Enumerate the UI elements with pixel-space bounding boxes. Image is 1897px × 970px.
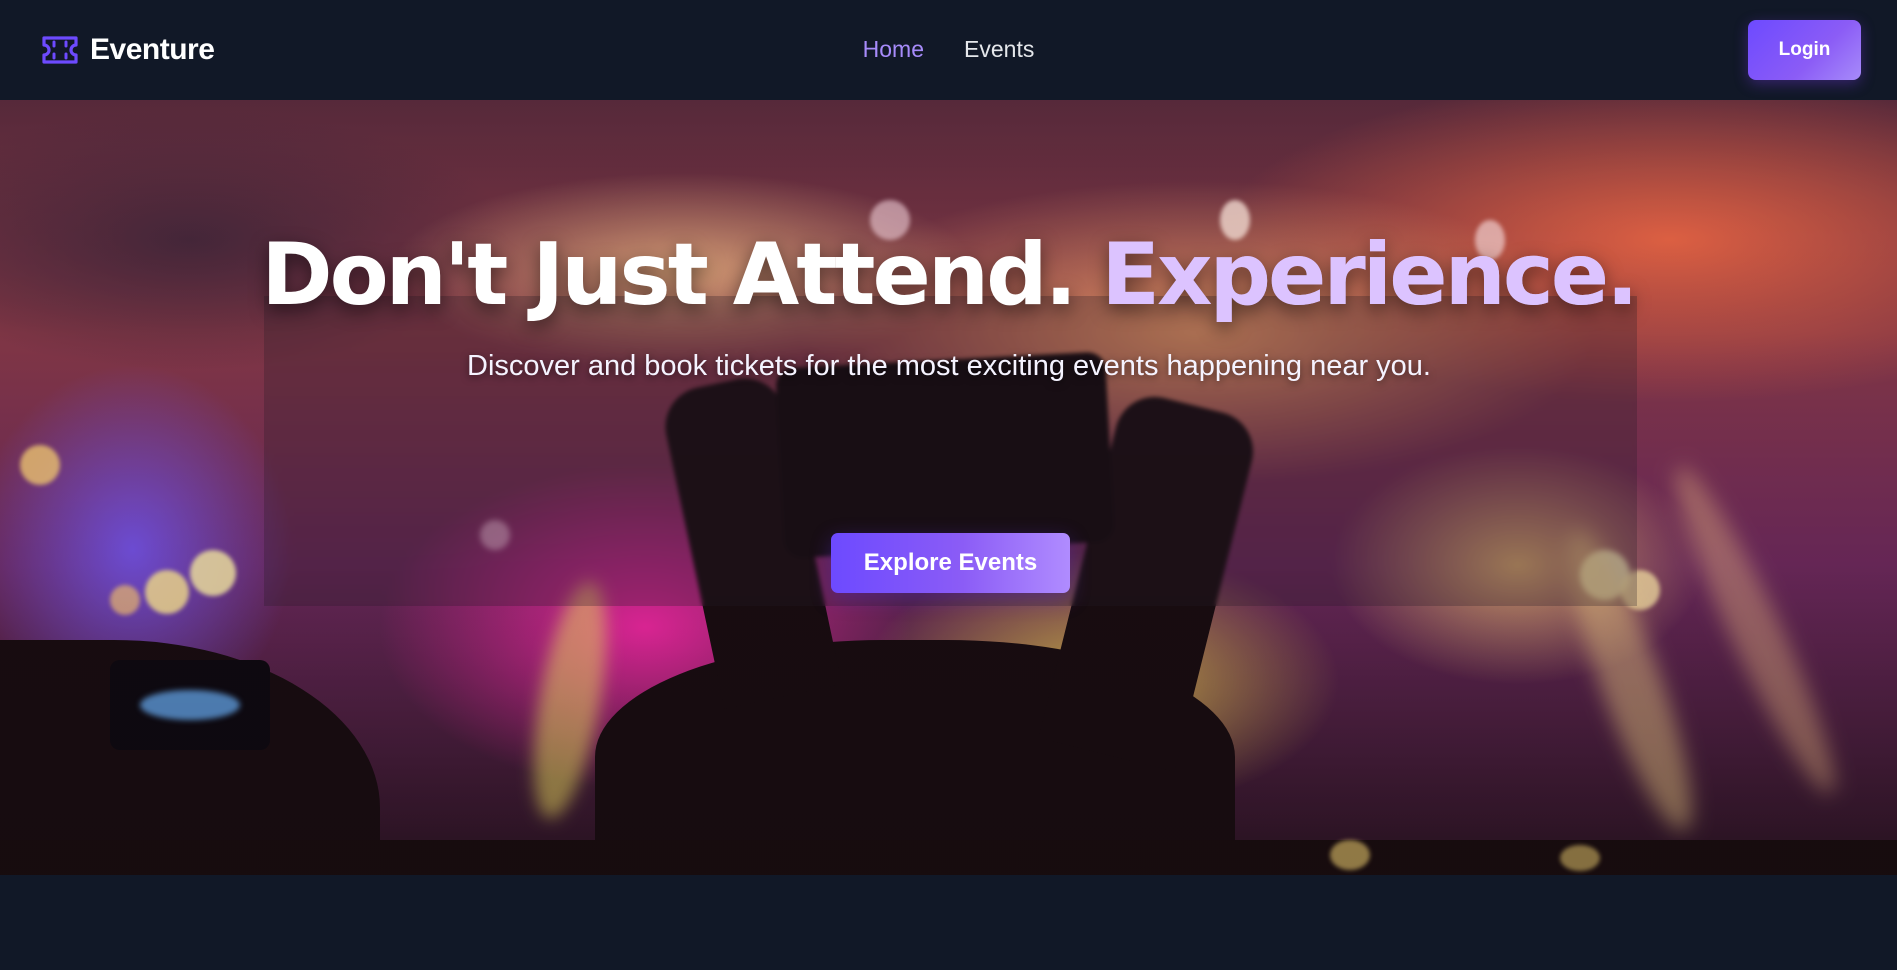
hero-subheadline: Discover and book tickets for the most e… xyxy=(467,350,1431,382)
nav-link-home[interactable]: Home xyxy=(863,36,924,63)
hero-headline: Don't Just Attend. Experience. xyxy=(0,228,1897,323)
brand-name: Eventure xyxy=(90,33,215,66)
hero-headline-accent: Experience. xyxy=(1101,225,1639,325)
main-nav: Home Events xyxy=(863,36,1035,63)
brand-logo-link[interactable]: Eventure xyxy=(40,33,215,67)
page-bottom-band xyxy=(0,875,1897,970)
ticket-icon xyxy=(40,34,80,66)
nav-link-events[interactable]: Events xyxy=(964,36,1034,63)
login-button[interactable]: Login xyxy=(1748,20,1861,80)
explore-events-button[interactable]: Explore Events xyxy=(831,533,1070,593)
top-navbar: Eventure Home Events Login xyxy=(0,0,1897,100)
hero-section xyxy=(0,100,1897,875)
hero-headline-main: Don't Just Attend. xyxy=(261,225,1077,325)
